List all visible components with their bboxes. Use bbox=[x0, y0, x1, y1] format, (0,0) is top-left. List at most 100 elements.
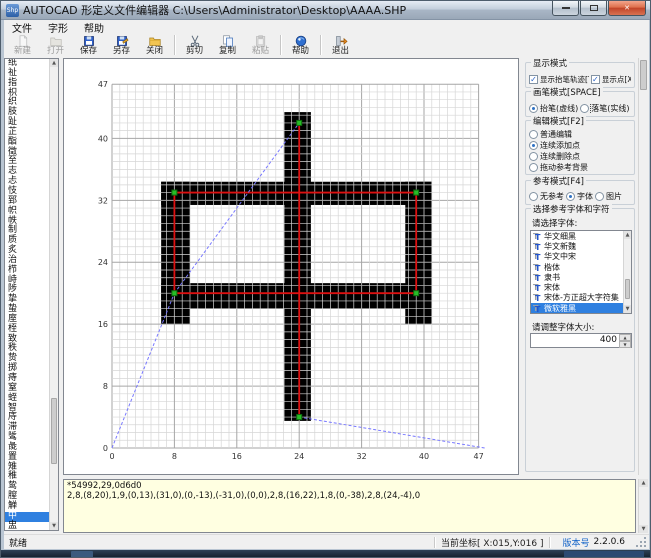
radio-label: 拖动参考背景 bbox=[540, 162, 588, 173]
scroll-up-icon[interactable]: ▲ bbox=[639, 479, 648, 487]
glyph-block bbox=[405, 182, 432, 324]
x-axis-label: 0 bbox=[109, 452, 114, 461]
toolbar-button-6[interactable]: 剪切 bbox=[178, 34, 211, 57]
font-list-scrollbar[interactable]: ▲ ▼ bbox=[623, 231, 631, 313]
scroll-thumb[interactable] bbox=[640, 60, 647, 90]
y-axis-label: 24 bbox=[98, 258, 108, 267]
maximize-button[interactable] bbox=[580, 1, 607, 16]
toolbar-button-2[interactable]: 保存 bbox=[72, 34, 105, 57]
radio-option[interactable]: 连续添加点 bbox=[526, 140, 634, 151]
toolbar-button-10[interactable]: 帮助 bbox=[284, 34, 317, 57]
radio-label: 连续添加点 bbox=[540, 140, 580, 151]
radio-icon[interactable] bbox=[580, 104, 589, 113]
toolbar-button-4[interactable]: 关闭 bbox=[138, 34, 171, 57]
font-list-item[interactable]: TT华文细黑 bbox=[531, 231, 623, 241]
font-size-spinner[interactable]: 400 ▲ ▼ bbox=[530, 333, 632, 348]
truetype-icon: TT bbox=[533, 232, 542, 241]
radio-option[interactable]: 字体 bbox=[566, 191, 593, 202]
radio-option[interactable]: 普通编辑 bbox=[526, 129, 634, 140]
close-button[interactable]: ✕ bbox=[608, 1, 646, 16]
toolbar-button-8[interactable]: 粘贴 bbox=[244, 34, 277, 57]
menu-item-2[interactable]: 帮助 bbox=[76, 20, 112, 35]
toolbar-button-7[interactable]: 复制 bbox=[211, 34, 244, 57]
glyph-edit-canvas[interactable]: 008816162424323240404747 bbox=[63, 58, 519, 475]
group-title: 画笔模式[SPACE] bbox=[531, 86, 603, 98]
font-list-item[interactable]: TT隶书 bbox=[531, 272, 623, 282]
scroll-up-icon[interactable]: ▲ bbox=[50, 59, 58, 67]
toolbar-button-1[interactable]: 打开 bbox=[39, 34, 72, 57]
radio-label: 普通编辑 bbox=[540, 129, 572, 140]
spin-down-icon[interactable]: ▼ bbox=[619, 341, 631, 348]
display-mode-options: ✓显示抬笔轨迹[T]✓显示点[X] bbox=[526, 74, 634, 85]
truetype-icon: TT bbox=[533, 283, 542, 292]
radio-option[interactable]: 连续删除点 bbox=[526, 151, 634, 162]
font-name: 宋体-方正超大字符集 bbox=[544, 293, 619, 303]
checkbox-option[interactable]: ✓显示抬笔轨迹[T] bbox=[529, 74, 589, 85]
vertex-point bbox=[172, 291, 177, 296]
font-list-item[interactable]: TT宋体 bbox=[531, 282, 623, 292]
font-name: 楷体 bbox=[544, 262, 560, 272]
group-title: 选择参考字体和字符 bbox=[531, 203, 612, 215]
font-list-item[interactable]: TT楷体 bbox=[531, 262, 623, 272]
toolbar-button-3[interactable]: 另存 bbox=[105, 34, 138, 57]
font-size-label: 请调整字体大小: bbox=[532, 321, 594, 333]
radio-option[interactable]: 拖动参考背景 bbox=[526, 162, 634, 173]
radio-option[interactable]: 图片 bbox=[595, 191, 622, 202]
radio-option[interactable]: 抬笔(虚线) bbox=[529, 103, 578, 114]
radio-label: 字体 bbox=[577, 191, 593, 202]
toolbar-button-0[interactable]: 新建 bbox=[6, 34, 39, 57]
menu-item-1[interactable]: 字形 bbox=[40, 20, 76, 35]
radio-icon[interactable] bbox=[566, 192, 575, 201]
toolbar-button-label: 新建 bbox=[14, 47, 31, 56]
menu-bar: 文件字形帮助 bbox=[4, 21, 649, 34]
vertex-point bbox=[297, 415, 302, 420]
toolbar-button-label: 另存 bbox=[113, 47, 130, 56]
glyph-grid[interactable]: 008816162424323240404747 bbox=[64, 59, 518, 474]
reference-mode-options: 无参考 字体图片 bbox=[526, 191, 634, 202]
radio-icon[interactable] bbox=[529, 130, 538, 139]
toolbar-separator bbox=[320, 35, 321, 55]
shape-code-editor[interactable]: *54992,29,0d6d02,8,(8,20),1,9,(0,13),(31… bbox=[63, 479, 636, 533]
checkbox-option[interactable]: ✓显示点[X] bbox=[591, 74, 631, 85]
toolbar-button-label: 关闭 bbox=[146, 47, 163, 56]
radio-option[interactable]: 落笔(实线) bbox=[580, 103, 629, 114]
radio-icon[interactable] bbox=[529, 163, 538, 172]
scroll-thumb[interactable] bbox=[625, 279, 630, 300]
panel-scrollbar[interactable] bbox=[638, 58, 648, 475]
status-version-value: 2.2.0.6 bbox=[594, 537, 626, 547]
char-list-item[interactable]: 盅 bbox=[5, 522, 49, 530]
font-list-item[interactable]: TT华文中宋 bbox=[531, 252, 623, 262]
app-icon: Shp bbox=[6, 4, 19, 17]
radio-icon[interactable] bbox=[529, 141, 538, 150]
edit-mode-options: 普通编辑连续添加点连续删除点拖动参考背景 bbox=[526, 129, 634, 173]
font-size-value[interactable]: 400 bbox=[533, 334, 617, 347]
toolbar-button-12[interactable]: 退出 bbox=[324, 34, 357, 57]
spin-up-icon[interactable]: ▲ bbox=[619, 334, 631, 341]
checkbox-icon[interactable]: ✓ bbox=[529, 75, 538, 84]
font-list-item[interactable]: TT微软雅黑 bbox=[531, 303, 623, 313]
resize-grip[interactable] bbox=[635, 536, 647, 548]
x-axis-label: 40 bbox=[419, 452, 429, 461]
minimize-button[interactable] bbox=[552, 1, 579, 16]
font-list-item[interactable]: TT宋体-方正超大字符集 bbox=[531, 293, 623, 303]
checkbox-icon[interactable]: ✓ bbox=[591, 75, 600, 84]
scroll-up-icon[interactable]: ▲ bbox=[624, 231, 631, 239]
toolbar-button-label: 粘贴 bbox=[252, 47, 269, 56]
radio-icon[interactable] bbox=[529, 104, 538, 113]
scroll-thumb[interactable] bbox=[51, 398, 57, 464]
menu-item-0[interactable]: 文件 bbox=[4, 20, 40, 35]
code-scrollbar[interactable]: ▲ ▼ bbox=[638, 479, 648, 533]
radio-icon[interactable] bbox=[595, 192, 604, 201]
toolbar-separator bbox=[174, 35, 175, 55]
font-list-item[interactable]: TT华文新魏 bbox=[531, 241, 623, 251]
toolbar-button-label: 剪切 bbox=[186, 47, 203, 56]
radio-option[interactable]: 无参考 bbox=[529, 191, 564, 202]
radio-icon[interactable] bbox=[529, 152, 538, 161]
scroll-down-icon[interactable]: ▼ bbox=[624, 305, 631, 313]
scroll-down-icon[interactable]: ▼ bbox=[50, 522, 58, 530]
radio-icon[interactable] bbox=[529, 192, 538, 201]
scroll-down-icon[interactable]: ▼ bbox=[639, 525, 648, 533]
font-select-group: 选择参考字体和字符 请选择字体: TT华文细黑TT华文新魏TT华文中宋TT楷体T… bbox=[525, 208, 635, 472]
character-list-scrollbar[interactable]: ▲ ▼ bbox=[49, 59, 58, 530]
display-mode-group: 显示模式 ✓显示抬笔轨迹[T]✓显示点[X] bbox=[525, 62, 635, 88]
